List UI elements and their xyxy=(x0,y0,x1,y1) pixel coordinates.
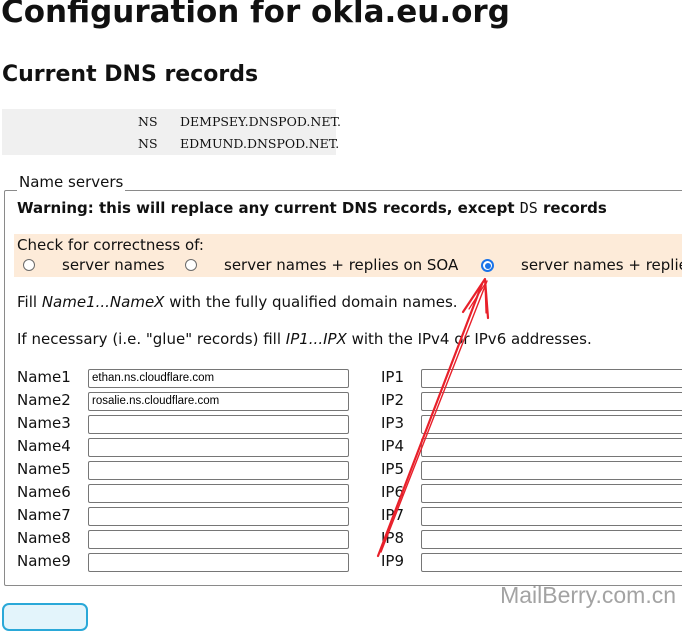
name7-input[interactable] xyxy=(88,507,349,526)
radio-server-names-soa[interactable] xyxy=(185,259,197,271)
name5-input[interactable] xyxy=(88,461,349,480)
check-label: Check for correctness of: xyxy=(17,236,204,254)
section-title: Current DNS records xyxy=(2,62,259,87)
name6-label: Name6 xyxy=(17,483,71,501)
name4-input[interactable] xyxy=(88,438,349,457)
name8-label: Name8 xyxy=(17,529,71,547)
name7-label: Name7 xyxy=(17,506,71,524)
ip9-label: IP9 xyxy=(381,552,405,570)
fill-instructions: Fill Name1...NameX with the fully qualif… xyxy=(17,293,458,311)
submit-button[interactable] xyxy=(2,603,88,631)
name3-input[interactable] xyxy=(88,415,349,434)
radio-label: server names xyxy=(62,256,165,274)
ip4-input[interactable] xyxy=(421,438,682,457)
ip8-label: IP8 xyxy=(381,529,405,547)
name8-input[interactable] xyxy=(88,530,349,549)
radio-server-names-replies[interactable] xyxy=(481,259,494,272)
dns-record-type: NS xyxy=(138,114,158,129)
ip2-label: IP2 xyxy=(381,391,405,409)
name4-label: Name4 xyxy=(17,437,71,455)
dns-record-value: DEMPSEY.DNSPOD.NET. xyxy=(180,114,341,129)
ip6-label: IP6 xyxy=(381,483,405,501)
name3-label: Name3 xyxy=(17,414,71,432)
replace-warning: Warning: this will replace any current D… xyxy=(17,199,607,217)
name2-label: Name2 xyxy=(17,391,71,409)
name2-input[interactable]: rosalie.ns.cloudflare.com xyxy=(88,392,349,411)
dns-record-type: NS xyxy=(138,136,158,151)
ip1-label: IP1 xyxy=(381,368,405,386)
glue-instructions: If necessary (i.e. "glue" records) fill … xyxy=(17,330,592,348)
ip7-input[interactable] xyxy=(421,507,682,526)
watermark: MailBerry.com.cn xyxy=(500,582,676,608)
name9-label: Name9 xyxy=(17,552,71,570)
ip3-input[interactable] xyxy=(421,415,682,434)
nameservers-legend: Name servers xyxy=(17,173,126,191)
ip2-input[interactable] xyxy=(421,392,682,411)
ip9-input[interactable] xyxy=(421,553,682,572)
ip5-input[interactable] xyxy=(421,461,682,480)
name5-label: Name5 xyxy=(17,460,71,478)
ip6-input[interactable] xyxy=(421,484,682,503)
ip1-input[interactable] xyxy=(421,369,682,388)
radio-server-names[interactable] xyxy=(23,259,35,271)
correctness-check-area: Check for correctness of: server names s… xyxy=(14,234,682,277)
radio-label: server names + replies xyxy=(521,256,682,274)
ip7-label: IP7 xyxy=(381,506,405,524)
radio-label: server names + replies on SOA xyxy=(224,256,459,274)
current-dns-records: NS DEMPSEY.DNSPOD.NET. NS EDMUND.DNSPOD.… xyxy=(2,109,341,155)
dns-record-value: EDMUND.DNSPOD.NET. xyxy=(180,136,340,151)
ip5-label: IP5 xyxy=(381,460,405,478)
name1-input[interactable]: ethan.ns.cloudflare.com xyxy=(88,369,349,388)
ip4-label: IP4 xyxy=(381,437,405,455)
name6-input[interactable] xyxy=(88,484,349,503)
page-title: Configuration for okla.eu.org xyxy=(1,0,510,30)
ip3-label: IP3 xyxy=(381,414,405,432)
ip8-input[interactable] xyxy=(421,530,682,549)
name1-label: Name1 xyxy=(17,368,71,386)
name9-input[interactable] xyxy=(88,553,349,572)
